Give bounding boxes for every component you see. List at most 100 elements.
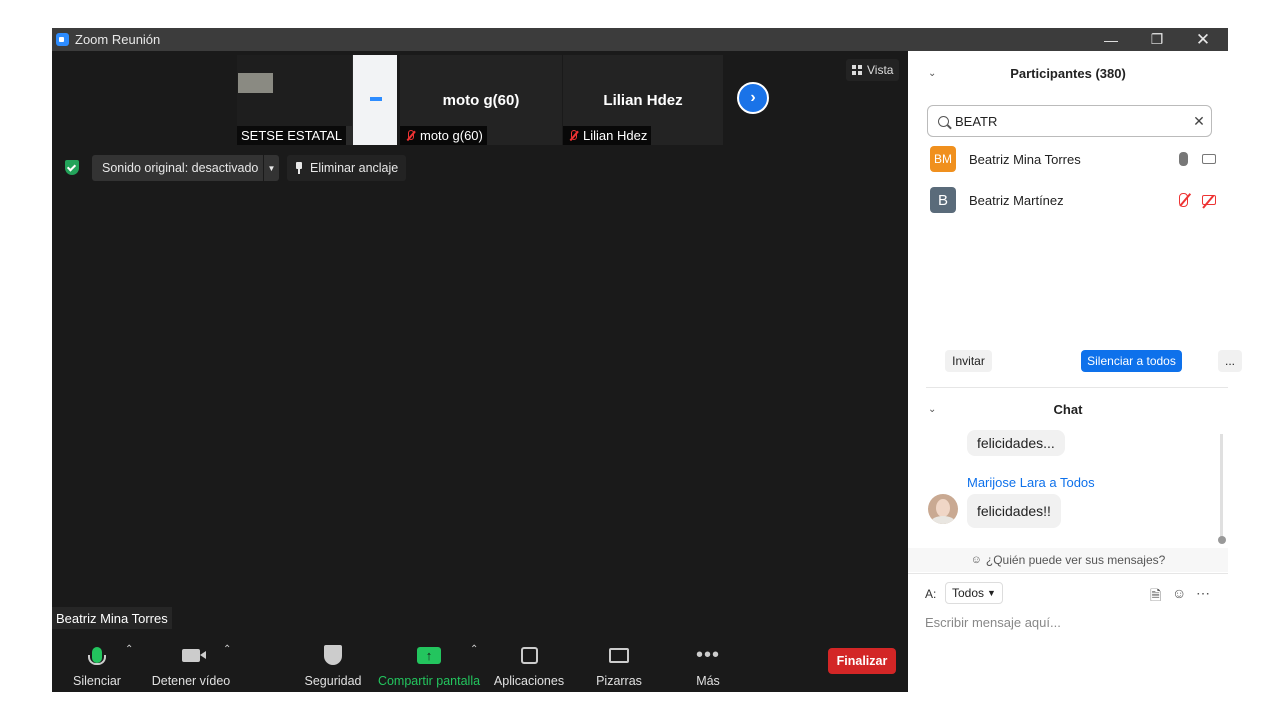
chat-message-input[interactable]: Escribir mensaje aquí... [925, 615, 1215, 630]
file-icon[interactable]: 🗎 [1150, 585, 1161, 609]
muted-mic-icon [567, 129, 579, 142]
thumbnail-label: moto g(60) [400, 126, 487, 145]
thumbnail-label: Lilian Hdez [563, 126, 652, 145]
who-can-see-label: ¿Quién puede ver sus mensajes? [985, 553, 1166, 567]
mute-label: Silenciar [73, 674, 121, 688]
chevron-down-icon: ▼ [987, 588, 996, 598]
microphone-icon[interactable] [1179, 152, 1188, 166]
view-button[interactable]: Vista [846, 59, 900, 81]
encryption-shield-icon[interactable] [65, 160, 79, 175]
unpin-label: Eliminar anclaje [310, 161, 399, 175]
avatar: B [930, 187, 956, 213]
whiteboards-button[interactable]: Pizarras [594, 636, 644, 692]
video-camera-icon [182, 648, 206, 662]
chat-title: Chat [1053, 402, 1083, 417]
who-can-see-messages[interactable]: ☺ ¿Quién puede ver sus mensajes? [908, 548, 1228, 572]
recipient-label: A: [925, 587, 937, 601]
chat-scrollbar[interactable] [1220, 434, 1223, 539]
unpin-button[interactable]: Eliminar anclaje [287, 155, 407, 181]
chevron-down-icon[interactable]: ▼ [263, 155, 279, 181]
whiteboard-icon [609, 647, 629, 663]
recipient-value: Todos [952, 586, 985, 600]
invite-button[interactable]: Invitar [945, 350, 992, 372]
shared-screen-thumbnail[interactable]: SETSE ESTATAL [237, 55, 397, 145]
restore-icon[interactable]: ❐ [1134, 28, 1180, 51]
divider [926, 387, 1228, 388]
share-screen-label: Compartir pantalla [377, 674, 481, 688]
stop-video-button[interactable]: Detener vídeo [151, 636, 231, 692]
apps-button[interactable]: Aplicaciones [493, 636, 565, 692]
chevron-up-icon[interactable]: ⌃ [470, 644, 478, 655]
end-meeting-button[interactable]: Finalizar [828, 648, 896, 674]
close-icon[interactable]: ✕ [1180, 28, 1226, 51]
person-icon: ☺ [970, 554, 982, 566]
chevron-up-icon[interactable]: ⌃ [125, 644, 133, 655]
more-button[interactable]: ••• Más [688, 636, 728, 692]
chat-message: felicidades... [967, 430, 1065, 456]
video-off-icon[interactable] [1202, 195, 1216, 205]
chat-message: felicidades!! [967, 494, 1061, 528]
minimize-icon[interactable]: — [1088, 28, 1134, 51]
participant-name: Beatriz Mina Torres [969, 151, 1081, 167]
active-speaker-label: Beatriz Mina Torres [52, 607, 172, 629]
shared-screen-photo [238, 73, 273, 93]
window-title: Zoom Reunión [75, 32, 161, 47]
shared-screen-button [370, 97, 382, 101]
participant-thumbnail[interactable]: moto g(60) moto g(60) [400, 55, 562, 145]
apps-icon [520, 646, 538, 664]
participant-row[interactable]: BM Beatriz Mina Torres [930, 145, 1216, 173]
avatar: BM [930, 146, 956, 172]
whiteboards-label: Pizarras [596, 674, 642, 688]
participant-row[interactable]: B Beatriz Martínez [930, 186, 1216, 214]
security-label: Seguridad [304, 674, 362, 688]
participant-display-name: Lilian Hdez [603, 92, 683, 109]
participant-name: Beatriz Martínez [969, 192, 1064, 208]
chat-sender[interactable]: Marijose Lara a Todos [967, 475, 1095, 490]
zoom-window: Zoom Reunión — ❐ ✕ SETSE ESTATAL moto g(… [52, 28, 1242, 692]
more-options-button[interactable]: ... [1218, 350, 1242, 372]
scroll-thumb[interactable] [1218, 536, 1226, 544]
participants-title: Participantes (380) [1010, 66, 1126, 81]
original-sound-button[interactable]: Sonido original: desactivado ▼ [92, 155, 279, 181]
chevron-up-icon[interactable]: ⌃ [223, 644, 231, 655]
side-panel: ⌄ Participantes (380) BEATR ✕ BM Beatriz… [908, 51, 1242, 692]
mute-all-button[interactable]: Silenciar a todos [1081, 350, 1182, 372]
security-button[interactable]: Seguridad [304, 636, 362, 692]
video-camera-icon[interactable] [1202, 154, 1216, 164]
clear-search-icon[interactable]: ✕ [1187, 113, 1211, 130]
title-bar: Zoom Reunión — ❐ ✕ [52, 28, 1228, 51]
muted-mic-icon[interactable] [1179, 193, 1188, 207]
next-page-icon[interactable]: › [737, 82, 769, 114]
stop-video-label: Detener vídeo [151, 674, 231, 688]
mute-button[interactable]: Silenciar [73, 636, 121, 692]
thumbnail-name: Lilian Hdez [583, 128, 648, 143]
meeting-area: SETSE ESTATAL moto g(60) moto g(60) Lili… [52, 51, 908, 692]
thumbnail-name: moto g(60) [420, 128, 483, 143]
participant-search-input[interactable]: BEATR ✕ [927, 105, 1212, 137]
pin-icon [295, 162, 303, 174]
emoji-icon[interactable]: ☺ [1172, 585, 1186, 601]
share-screen-icon: ↑ [417, 646, 441, 664]
more-icon[interactable]: ⋯ [1196, 585, 1210, 602]
avatar [928, 494, 958, 524]
divider [908, 573, 1228, 574]
share-screen-button[interactable]: ↑ Compartir pantalla [377, 636, 481, 692]
zoom-app-icon [56, 33, 69, 46]
muted-mic-icon [404, 129, 416, 142]
search-value: BEATR [955, 113, 998, 129]
security-shield-icon [324, 645, 342, 665]
view-button-label: Vista [867, 63, 894, 77]
recipient-select[interactable]: Todos ▼ [945, 582, 1003, 604]
original-sound-label: Sonido original: desactivado [102, 161, 259, 175]
participant-thumbnail[interactable]: Lilian Hdez Lilian Hdez [563, 55, 723, 145]
microphone-icon [88, 647, 106, 665]
grid-icon [852, 65, 862, 75]
more-icon: ••• [695, 644, 720, 666]
more-label: Más [696, 674, 720, 688]
apps-label: Aplicaciones [493, 674, 565, 688]
meeting-toolbar: Silenciar ⌃ Detener vídeo ⌃ Seguridad ↑ … [52, 636, 908, 692]
thumbnail-name: SETSE ESTATAL [241, 128, 343, 143]
search-icon [938, 115, 949, 127]
thumbnail-label: SETSE ESTATAL [237, 126, 347, 145]
participant-display-name: moto g(60) [442, 92, 520, 109]
